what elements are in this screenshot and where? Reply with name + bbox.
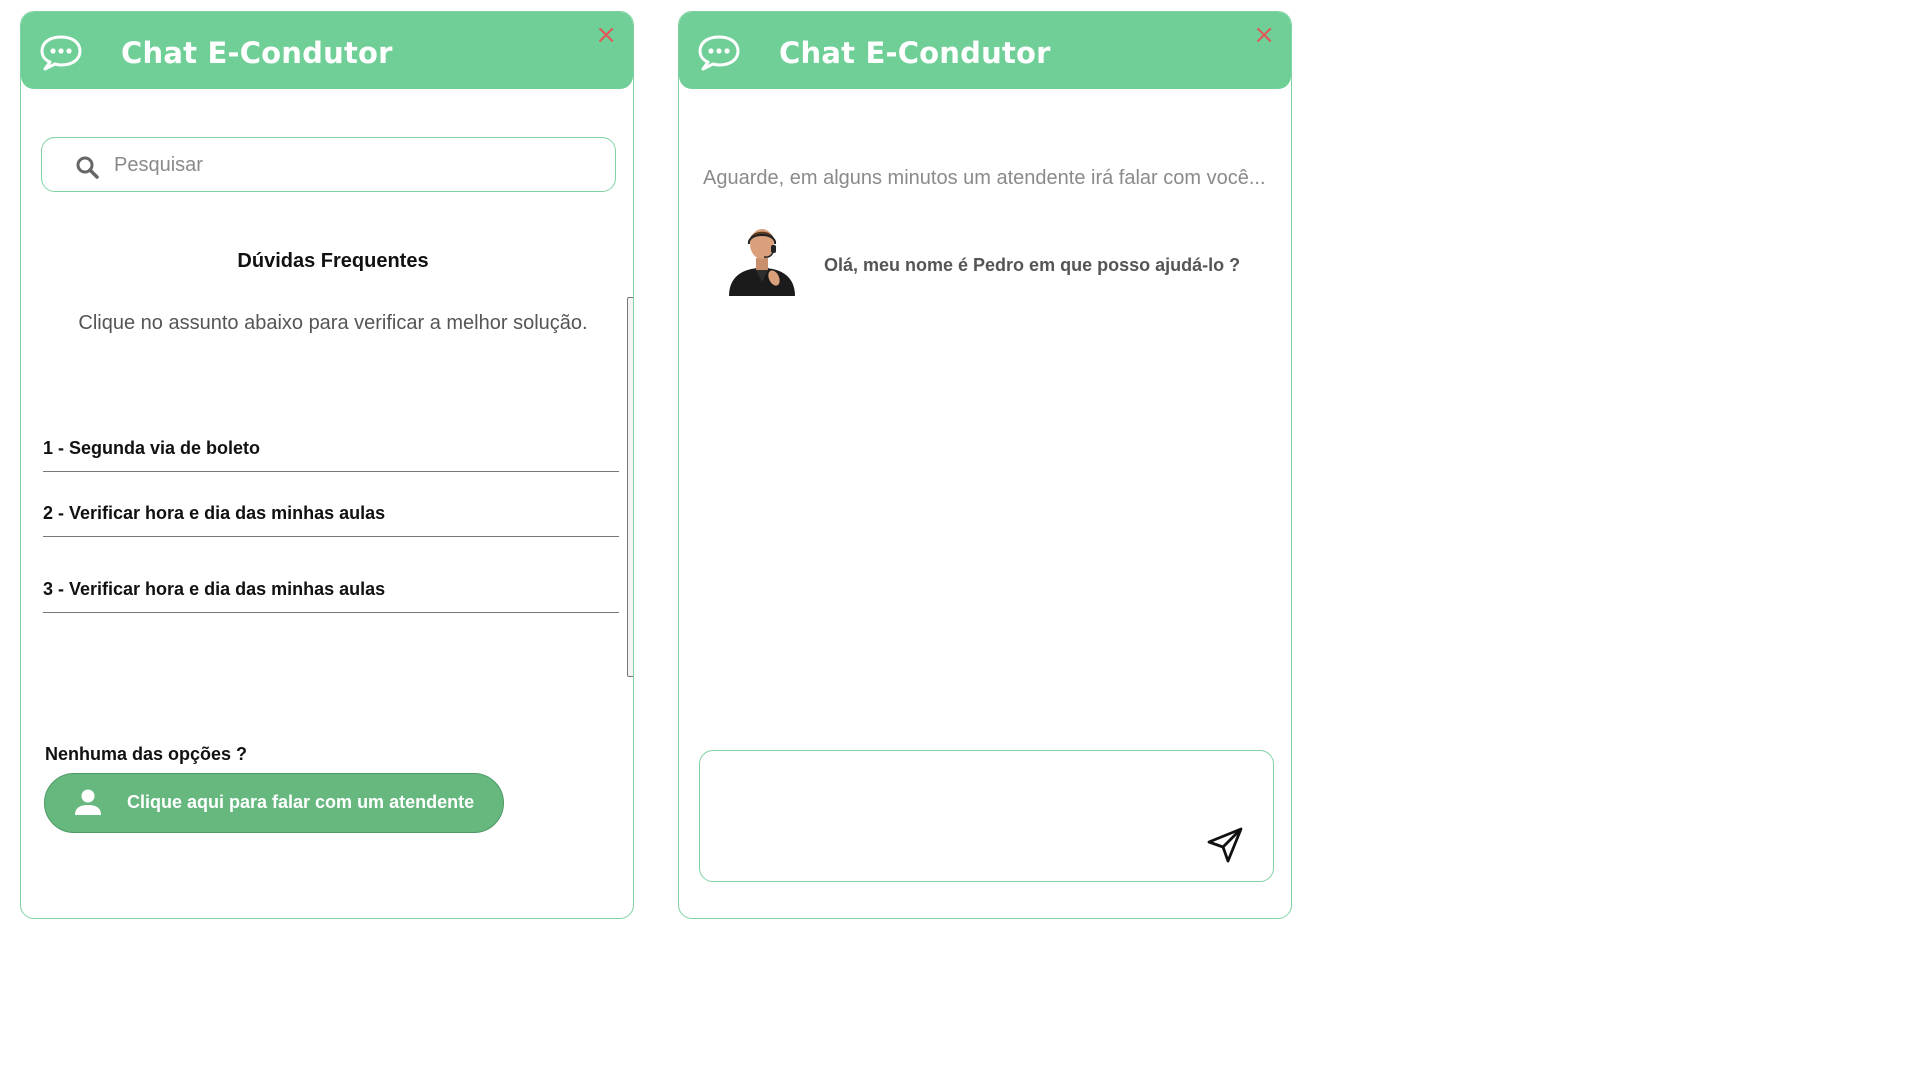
faq-item-aulas[interactable]: 2 - Verificar hora e dia das minhas aula… [43,503,619,537]
user-icon [75,789,101,815]
faq-item-aulas-2[interactable]: 3 - Verificar hora e dia das minhas aula… [43,579,619,613]
faq-title: Dúvidas Frequentes [237,250,429,272]
scrollbar[interactable] [627,297,633,677]
close-icon[interactable]: × [595,22,617,48]
chat-bubble-icon [40,35,82,71]
faq-item-boleto[interactable]: 1 - Segunda via de boleto [43,438,619,472]
chat-bubble-icon [698,35,740,71]
search-icon [76,156,99,179]
panel-header: Chat E-Condutor × [679,12,1291,89]
faq-chat-panel: Chat E-Condutor × Dúvidas Frequentes Cli… [20,11,634,919]
message-box[interactable] [699,750,1274,882]
search-input[interactable] [114,150,594,180]
agent-button-label: Clique aqui para falar com um atendente [127,792,475,812]
waiting-message: Aguarde, em alguns minutos um atendente … [703,167,1266,189]
search-box[interactable] [41,137,616,192]
panel-title: Chat E-Condutor [779,36,1051,70]
agent-avatar [729,229,795,296]
close-icon[interactable]: × [1253,22,1275,48]
message-input[interactable] [716,765,1196,865]
panel-header: Chat E-Condutor × [21,12,633,89]
faq-subtitle: Clique no assunto abaixo para verificar … [78,312,588,334]
talk-to-agent-button[interactable]: Clique aqui para falar com um atendente [44,773,504,833]
panel-title: Chat E-Condutor [121,36,393,70]
conversation-panel: Chat E-Condutor × Aguarde, em alguns min… [678,11,1292,919]
agent-message: Olá, meu nome é Pedro em que posso ajudá… [824,255,1241,275]
send-icon[interactable] [1205,825,1245,865]
none-of-options-label: Nenhuma das opções ? [45,744,248,764]
